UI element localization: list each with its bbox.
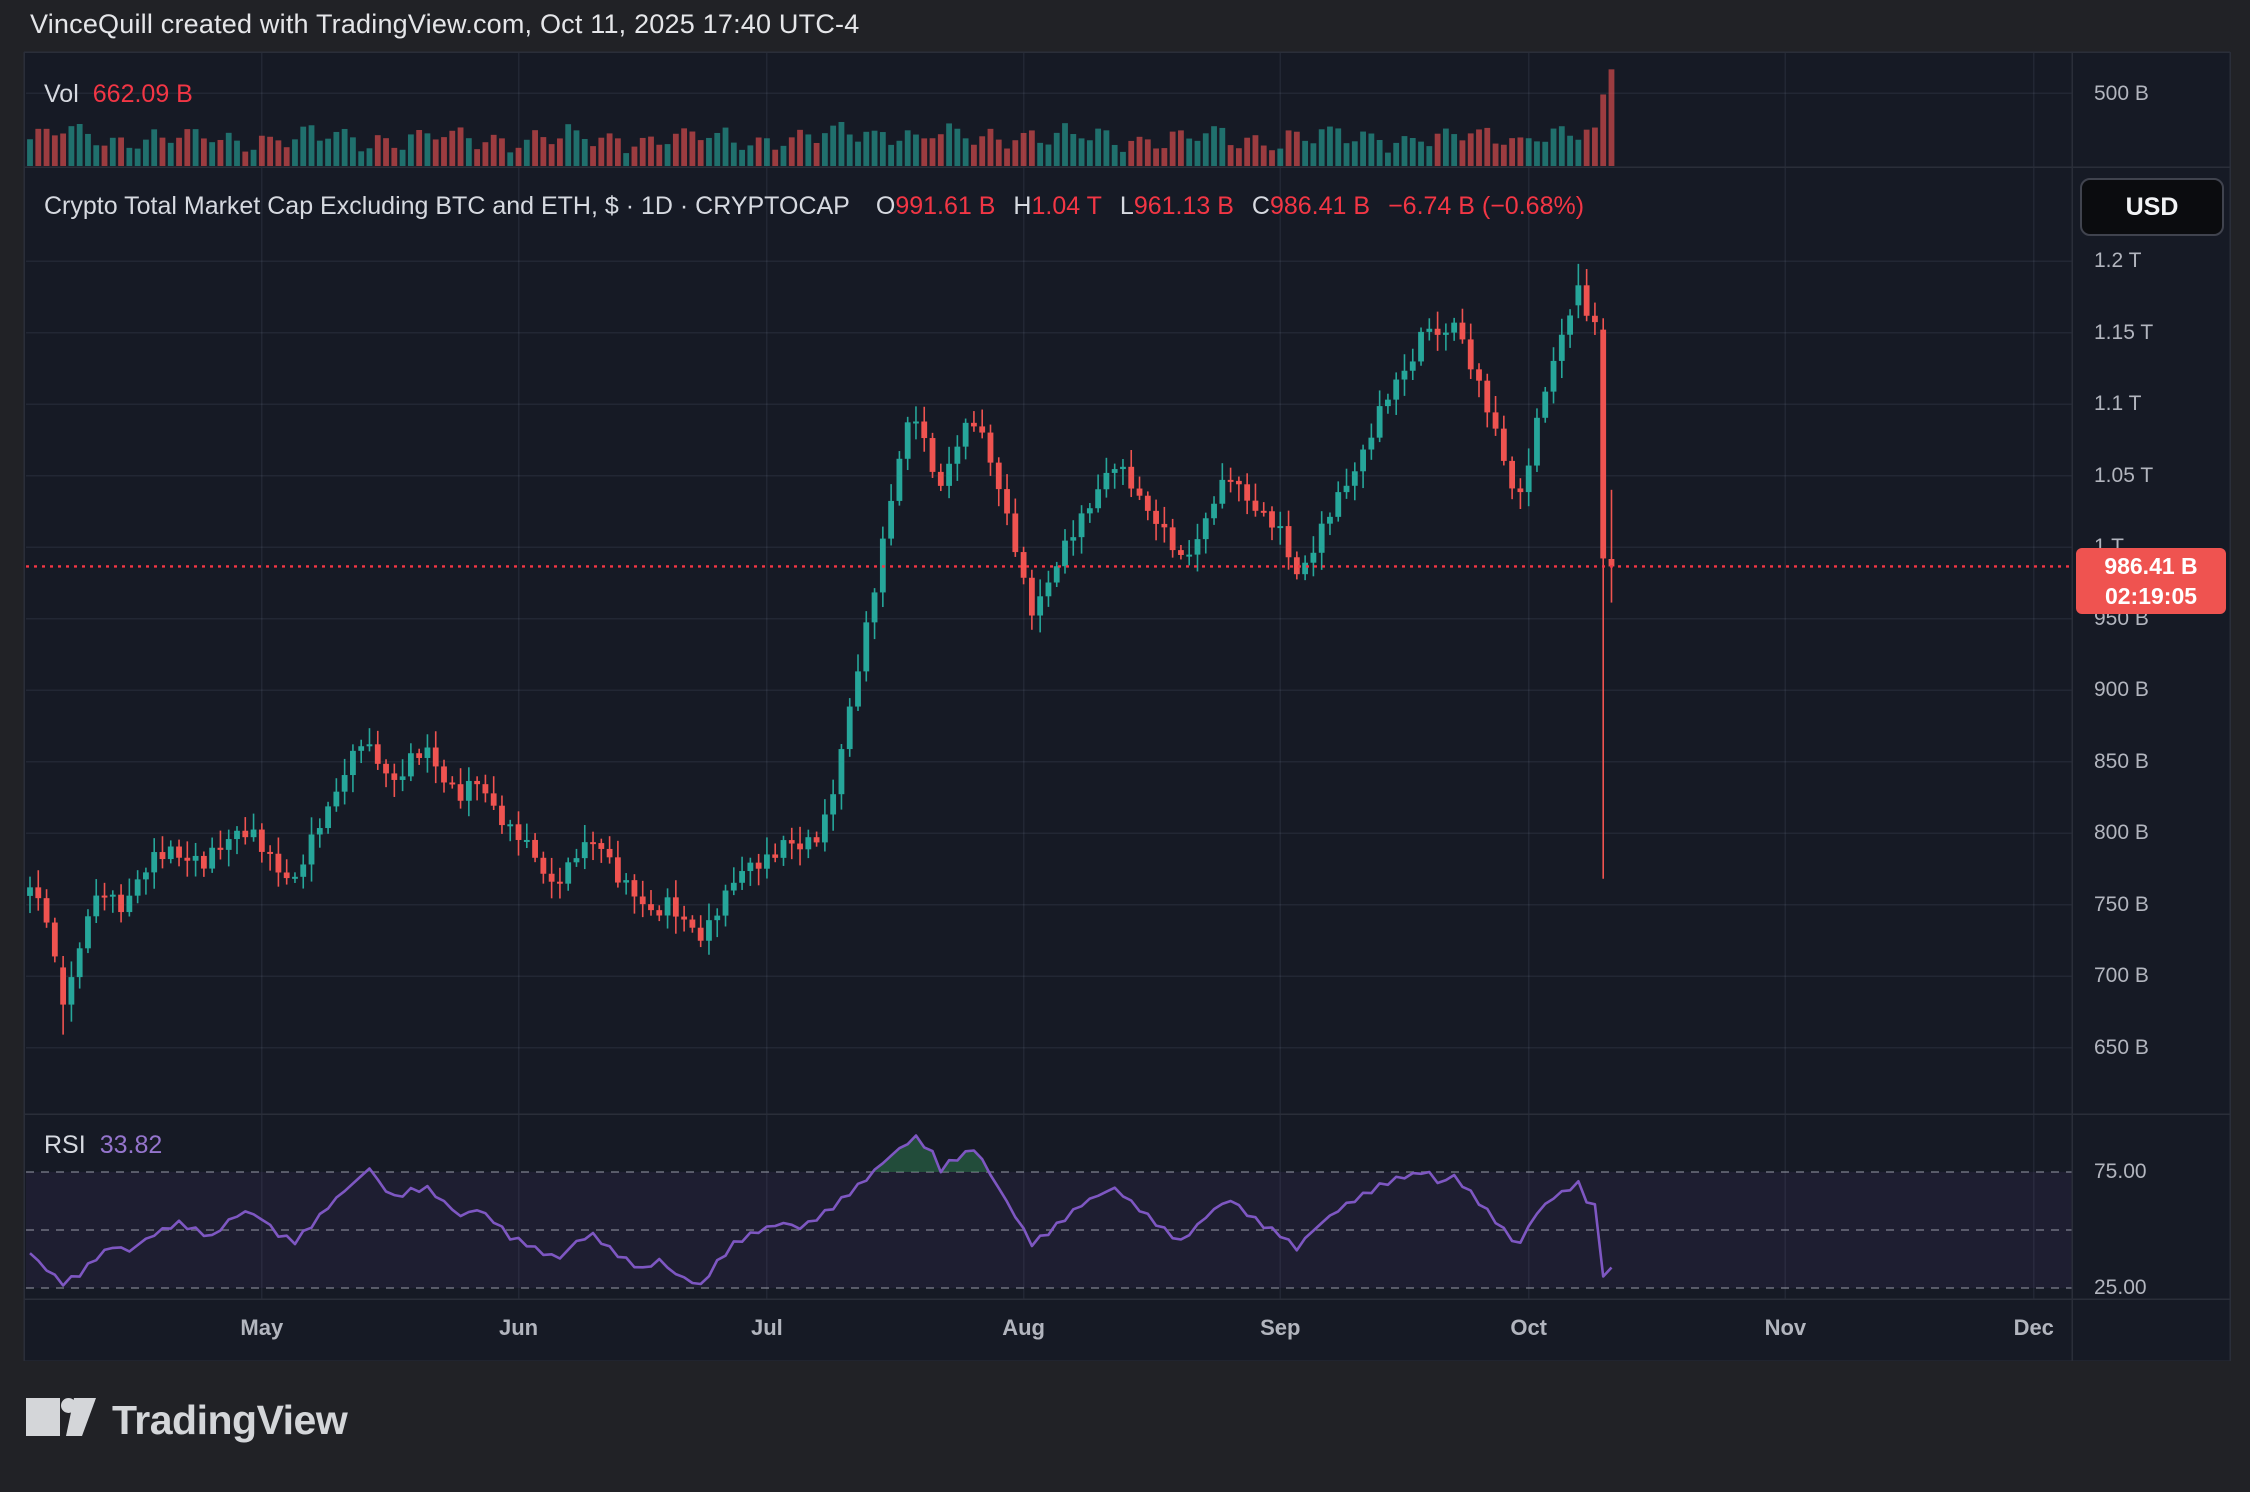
time-axis[interactable]: MayJunJulAugSepOctNovDec — [24, 1299, 2072, 1361]
bar-countdown: 02:19:05 — [2076, 581, 2226, 611]
ohlc-high: H1.04 T — [1013, 192, 1120, 221]
ohlc-low: L961.13 B — [1120, 192, 1252, 221]
candles — [27, 264, 1614, 1035]
volume-bars — [27, 69, 1614, 166]
rsi-legend-label: RSI — [44, 1131, 86, 1160]
month-tick-label: Dec — [1989, 1315, 2079, 1341]
price-tick-label: 1.05 T — [2094, 463, 2153, 489]
symbol-legend: Crypto Total Market Cap Excluding BTC an… — [44, 192, 1584, 221]
month-tick-label: Sep — [1235, 1315, 1325, 1341]
change-value: −6.74 B (−0.68%) — [1388, 192, 1584, 221]
price-tick-label: 1.1 T — [2094, 391, 2141, 417]
price-tick-label: 700 B — [2094, 963, 2149, 989]
volume-tick-label: 500 B — [2094, 81, 2149, 107]
month-tick-label: Jun — [474, 1315, 564, 1341]
price-tick-label: 850 B — [2094, 749, 2149, 775]
tradingview-brand: TradingView — [26, 1397, 347, 1444]
last-price-value: 986.41 B — [2076, 551, 2226, 581]
month-tick-label: Jul — [722, 1315, 812, 1341]
price-tick-label: 900 B — [2094, 677, 2149, 703]
brand-name: TradingView — [112, 1397, 347, 1444]
symbol-title: Crypto Total Market Cap Excluding BTC an… — [44, 192, 850, 221]
price-tick-label: 750 B — [2094, 892, 2149, 918]
volume-legend: Vol 662.09 B — [44, 80, 193, 109]
month-tick-label: May — [217, 1315, 307, 1341]
price-tick-label: 800 B — [2094, 820, 2149, 846]
ohlc-close: C986.41 B — [1252, 192, 1388, 221]
price-tick-label: 1.15 T — [2094, 320, 2153, 346]
price-axis[interactable]: 1.2 T1.15 T1.1 T1.05 T1 T950 B900 B850 B… — [2072, 52, 2230, 1299]
volume-legend-value: 662.09 B — [93, 80, 193, 109]
volume-legend-label: Vol — [44, 80, 79, 109]
rsi-level-label: 75.00 — [2094, 1159, 2147, 1185]
price-tick-label: 1.2 T — [2094, 248, 2141, 274]
tradingview-logo-icon — [26, 1398, 96, 1443]
currency-toggle-button[interactable]: USD — [2080, 178, 2224, 236]
tradingview-snapshot: VinceQuill created with TradingView.com,… — [0, 0, 2250, 1492]
last-price-label: 986.41 B 02:19:05 — [2076, 548, 2226, 614]
rsi-level-label: 25.00 — [2094, 1275, 2147, 1301]
month-tick-label: Aug — [979, 1315, 1069, 1341]
chart-canvas[interactable] — [0, 0, 2250, 1492]
footer-bar: TradingView — [0, 1361, 2250, 1492]
price-tick-label: 650 B — [2094, 1035, 2149, 1061]
month-tick-label: Nov — [1740, 1315, 1830, 1341]
month-tick-label: Oct — [1484, 1315, 1574, 1341]
rsi-legend-value: 33.82 — [100, 1131, 163, 1160]
rsi-legend: RSI 33.82 — [44, 1131, 162, 1160]
ohlc-open: O991.61 B — [876, 192, 1014, 221]
